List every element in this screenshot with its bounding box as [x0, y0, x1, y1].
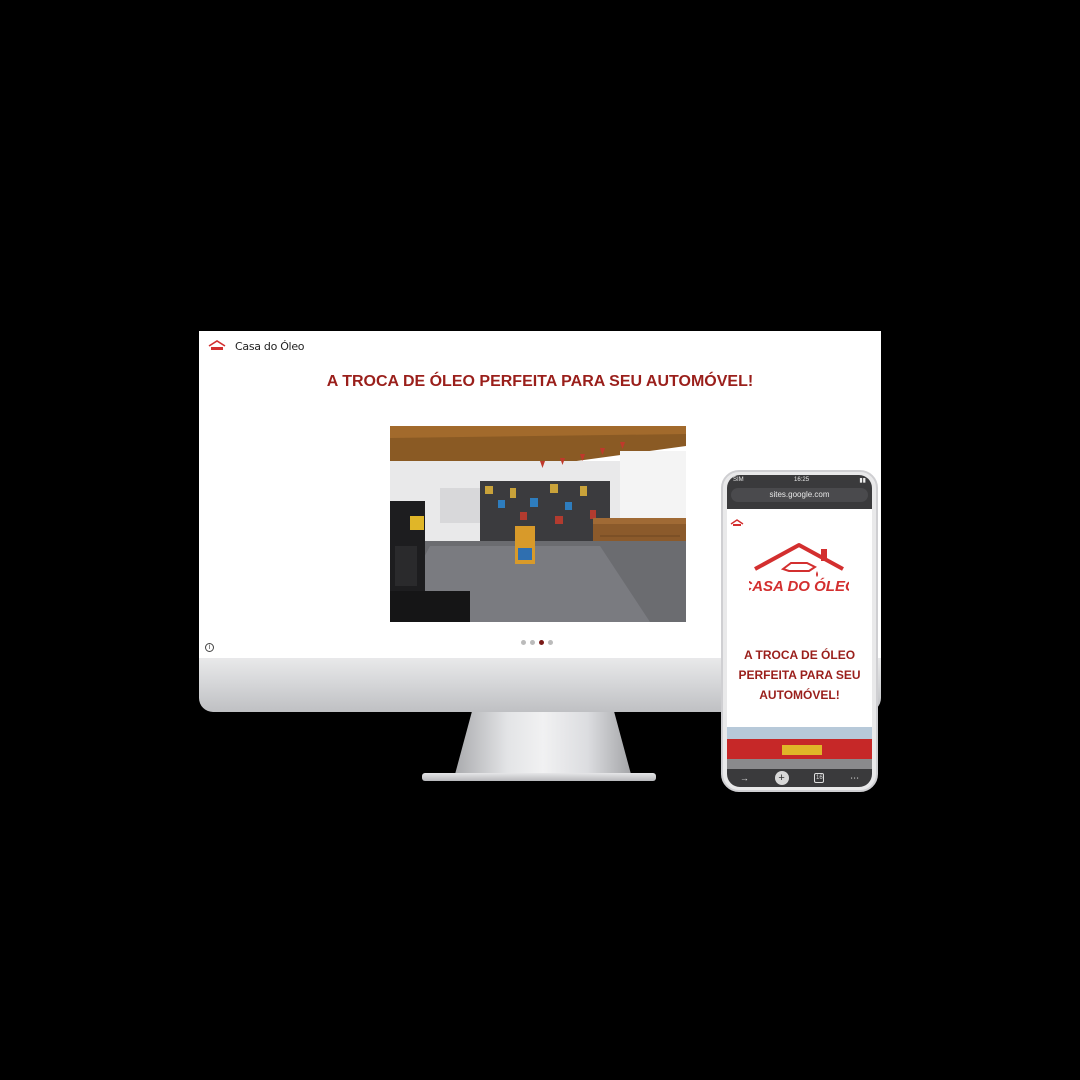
carousel-dots	[521, 640, 553, 645]
carousel-dot[interactable]	[548, 640, 553, 645]
forward-arrow-icon[interactable]: →	[740, 773, 749, 783]
browser-bottom-bar: → + 16 ⋯	[727, 769, 872, 787]
carousel-dot[interactable]	[530, 640, 535, 645]
phone-hero-title: A TROCA DE ÓLEO PERFEITA PARA SEU AUTOMÓ…	[738, 648, 861, 702]
battery-icon: ▮▮	[859, 477, 866, 484]
site-header: Casa do Óleo	[199, 331, 881, 361]
carrier-label: SIM	[733, 477, 744, 483]
site-name[interactable]: Casa do Óleo	[235, 340, 305, 353]
carousel-image[interactable]	[390, 426, 686, 622]
url-field[interactable]: sites.google.com	[731, 488, 868, 502]
status-bar: SIM 16:25 ▮▮	[727, 475, 872, 485]
monitor-stand	[454, 712, 632, 778]
phone-storefront-image	[727, 727, 872, 769]
site-logo-icon[interactable]	[730, 515, 744, 533]
status-time: 16:25	[794, 477, 810, 483]
browser-url-bar: sites.google.com	[727, 485, 872, 509]
info-icon[interactable]: i	[205, 643, 214, 652]
casa-do-oleo-logo: CASA DO ÓLEO	[741, 539, 857, 599]
tab-count-button[interactable]: 16	[814, 773, 825, 783]
monitor-base	[422, 773, 656, 781]
carousel-dot-active[interactable]	[539, 640, 544, 645]
mobile-phone: SIM 16:25 ▮▮ sites.google.com CASA DO ÓL…	[721, 470, 878, 792]
logo-text: CASA DO ÓLEO	[749, 577, 849, 595]
new-tab-plus-icon[interactable]: +	[774, 771, 789, 785]
site-logo-icon[interactable]	[207, 336, 227, 356]
more-options-icon[interactable]: ⋯	[850, 773, 859, 784]
phone-screen: SIM 16:25 ▮▮ sites.google.com CASA DO ÓL…	[727, 475, 872, 787]
hero-title: A TROCA DE ÓLEO PERFEITA PARA SEU AUTOMÓ…	[326, 373, 754, 390]
carousel-dot[interactable]	[521, 640, 526, 645]
